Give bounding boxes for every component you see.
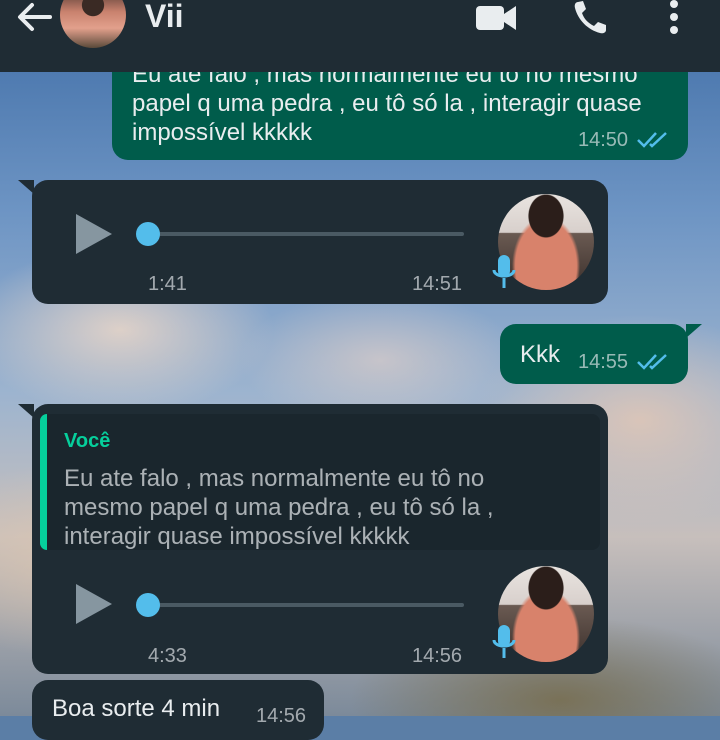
outgoing-message[interactable]: Kkk 14:55 xyxy=(500,324,688,384)
incoming-voice-message[interactable]: 1:41 14:51 xyxy=(32,180,608,304)
quote-accent-bar xyxy=(40,414,47,550)
quote-line: Eu ate falo , mas normalmente eu tô no xyxy=(64,465,485,492)
phone-icon[interactable] xyxy=(572,0,612,36)
video-camera-icon[interactable] xyxy=(474,2,518,34)
quote-line: mesmo papel q uma pedra , eu tô só la , xyxy=(64,494,494,521)
voice-progress-knob[interactable] xyxy=(136,222,160,246)
play-icon[interactable] xyxy=(74,212,114,256)
voice-duration: 1:41 xyxy=(148,273,187,295)
read-receipt-icon xyxy=(637,132,667,148)
arrow-left-icon[interactable] xyxy=(14,0,54,36)
microphone-icon xyxy=(492,625,516,658)
contact-name[interactable]: Vii xyxy=(145,0,184,35)
message-time: 14:56 xyxy=(256,705,307,727)
message-line: Boa sorte 4 min xyxy=(52,695,221,722)
message-line: papel q uma pedra , eu tô só la , intera… xyxy=(132,90,642,117)
message-time: 14:55 xyxy=(578,351,629,373)
quoted-message[interactable]: Você Eu ate falo , mas normalmente eu tô… xyxy=(40,414,600,550)
message-time: 14:50 xyxy=(578,129,629,151)
read-receipt-icon xyxy=(637,354,667,370)
contact-avatar[interactable] xyxy=(60,0,126,48)
message-line: Kkk xyxy=(520,341,561,368)
message-time: 14:51 xyxy=(412,273,463,295)
incoming-voice-reply-message[interactable]: Você Eu ate falo , mas normalmente eu tô… xyxy=(32,404,608,674)
quote-line: interagir quase impossível kkkkk xyxy=(64,523,410,550)
voice-duration: 4:33 xyxy=(148,645,187,667)
message-time: 14:56 xyxy=(412,645,463,667)
quote-author: Você xyxy=(64,430,111,452)
chat-header: Vii xyxy=(0,0,720,72)
message-line: impossível kkkkk xyxy=(132,119,313,146)
play-icon[interactable] xyxy=(74,582,114,626)
bubble-tail xyxy=(686,324,702,338)
incoming-message[interactable]: Boa sorte 4 min 14:56 xyxy=(32,680,324,740)
voice-progress-knob[interactable] xyxy=(136,593,160,617)
more-vertical-icon[interactable] xyxy=(664,0,684,36)
microphone-icon xyxy=(492,255,516,288)
voice-progress-track[interactable] xyxy=(146,232,464,236)
voice-progress-track[interactable] xyxy=(146,603,464,607)
